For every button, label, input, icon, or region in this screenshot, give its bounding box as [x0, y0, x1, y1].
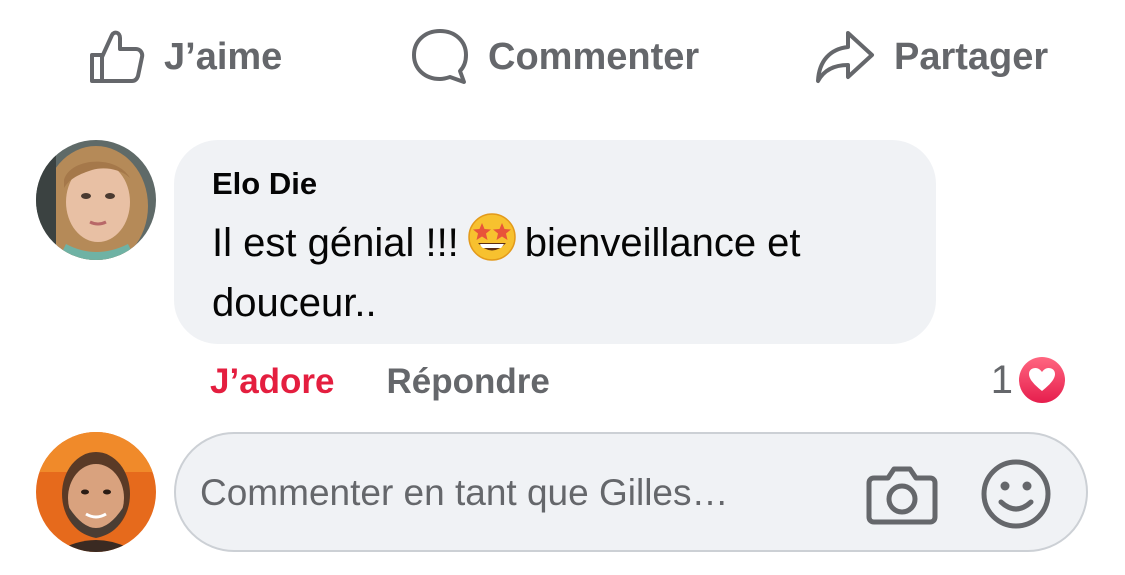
reaction-summary[interactable]: 1 — [991, 354, 1065, 406]
love-reaction-button[interactable]: J’adore — [210, 362, 335, 402]
like-label: J’aime — [164, 35, 283, 78]
thumbs-up-icon — [90, 30, 145, 83]
share-label: Partager — [894, 35, 1049, 78]
like-button[interactable]: J’aime — [86, 18, 282, 96]
comment-text: Il est génial !!! bienveillance et douce… — [212, 212, 900, 333]
comment-input[interactable] — [200, 462, 840, 524]
comment-label: Commenter — [488, 35, 700, 78]
comment-bubble[interactable]: Elo Die Il est génial !!! bienveillance … — [174, 140, 936, 344]
star-struck-emoji — [468, 213, 516, 261]
avatar-photo — [36, 432, 156, 552]
comment-composer[interactable] — [174, 432, 1088, 552]
reaction-count: 1 — [990, 357, 1013, 402]
share-button[interactable]: Partager — [814, 18, 1048, 96]
comment-text-part1: Il est génial !!! — [212, 221, 459, 265]
smiley-icon[interactable] — [980, 458, 1052, 530]
heart-icon — [1029, 368, 1055, 391]
current-user-avatar[interactable] — [36, 432, 156, 552]
camera-icon[interactable] — [866, 462, 938, 526]
comment-actions: J’adore Répondre — [210, 356, 550, 408]
speech-bubble-icon — [412, 29, 468, 84]
commenter-avatar[interactable] — [36, 140, 156, 260]
comment-button[interactable]: Commenter — [410, 18, 699, 96]
post-action-bar: J’aime Commenter Partager — [0, 18, 1125, 96]
share-arrow-icon — [816, 31, 874, 83]
comment-author[interactable]: Elo Die — [212, 164, 900, 204]
reply-button[interactable]: Répondre — [387, 362, 550, 402]
avatar-photo — [36, 140, 156, 260]
love-icon — [1019, 357, 1065, 403]
